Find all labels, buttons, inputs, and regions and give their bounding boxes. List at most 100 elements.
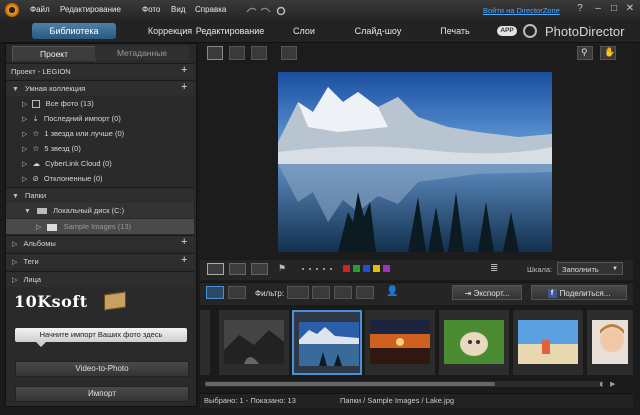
- color-label-purple[interactable]: [383, 265, 390, 272]
- sort-menu-icon[interactable]: ≣: [490, 263, 498, 274]
- layout-multi-button[interactable]: [251, 263, 268, 275]
- disk-icon: [37, 208, 48, 215]
- filter-flag-dropdown[interactable]: [287, 286, 309, 299]
- import-hint-tooltip: Начните импорт Ваших фото здесь: [15, 328, 187, 342]
- menu-edit[interactable]: Редактирование: [60, 5, 121, 14]
- star-icon: ☆: [32, 129, 40, 138]
- maximize-button[interactable]: □: [607, 2, 621, 16]
- chevron-down-icon: ▼: [612, 266, 618, 272]
- faces-header[interactable]: ▷ Лица: [6, 271, 194, 287]
- color-label-blue[interactable]: [363, 265, 370, 272]
- sidebar-item-all-photos[interactable]: ▷ Все фото (13): [22, 96, 192, 111]
- color-label-yellow[interactable]: [373, 265, 380, 272]
- tags-title: Теги: [23, 257, 39, 266]
- thumbnail-beach[interactable]: [513, 310, 583, 375]
- thumbnail-image: [370, 320, 430, 364]
- view-single-button[interactable]: [207, 46, 223, 60]
- scrollbar-thumb[interactable]: [205, 382, 495, 386]
- flag-icon[interactable]: ⚑: [278, 263, 286, 274]
- view-fullscreen-button[interactable]: [281, 46, 297, 60]
- add-project-icon[interactable]: +: [181, 64, 187, 76]
- layout-double-button[interactable]: [229, 263, 246, 275]
- add-person-icon[interactable]: 👤: [386, 286, 398, 297]
- menu-photo[interactable]: Фото: [142, 5, 160, 14]
- gear-icon: [276, 6, 286, 16]
- thumbnail-partial-left[interactable]: [200, 310, 210, 375]
- thumbnail-child[interactable]: [587, 310, 633, 375]
- add-album-icon[interactable]: +: [181, 236, 187, 248]
- folders-title: Папки: [25, 191, 47, 200]
- list-view-button[interactable]: [228, 286, 246, 299]
- add-smart-collection-icon[interactable]: +: [181, 81, 187, 93]
- color-label-red[interactable]: [343, 265, 350, 272]
- share-button[interactable]: f Поделиться...: [531, 285, 627, 300]
- tab-project[interactable]: Проект: [12, 46, 96, 61]
- folder-item-disk[interactable]: ▼ Локальный диск (C:): [6, 203, 194, 218]
- tab-library[interactable]: Библиотека: [32, 23, 116, 39]
- smart-collection-header[interactable]: ▼ Умная коллекция: [6, 80, 194, 96]
- filmstrip-view-button[interactable]: [206, 286, 224, 299]
- rating-dot-3[interactable]: [316, 268, 318, 270]
- scale-value: Заполнить: [562, 265, 599, 274]
- import-button[interactable]: Импорт: [15, 386, 189, 402]
- sidebar-item-label: 1 звезда или лучше (0): [44, 129, 125, 138]
- video-to-photo-button[interactable]: Video-to-Photo: [15, 361, 189, 377]
- directorzone-login-link[interactable]: Войти на DirectorZone: [483, 6, 560, 15]
- scroll-right-icon[interactable]: ▶: [610, 380, 615, 388]
- sidebar-item-five-stars[interactable]: ▷ ☆ 5 звезд (0): [22, 141, 192, 156]
- color-label-green[interactable]: [353, 265, 360, 272]
- albums-header[interactable]: ▷ Альбомы: [6, 235, 194, 251]
- sidebar-item-one-star[interactable]: ▷ ☆ 1 звезда или лучше (0): [22, 126, 192, 141]
- scale-label: Шкала:: [527, 265, 553, 274]
- filter-color-dropdown[interactable]: [356, 286, 374, 299]
- menu-view[interactable]: Вид: [171, 5, 185, 14]
- folders-header[interactable]: ▼ Папки: [6, 187, 194, 203]
- filter-rating-dropdown[interactable]: [312, 286, 330, 299]
- rating-dot-5[interactable]: [330, 268, 332, 270]
- undo-redo-settings-icons: [246, 6, 286, 16]
- view-compare-button[interactable]: [229, 46, 245, 60]
- app-badge[interactable]: APP: [497, 26, 517, 36]
- thumbnail-sunset[interactable]: [365, 310, 435, 375]
- layout-single-button[interactable]: [207, 263, 224, 275]
- close-button[interactable]: ✕: [623, 2, 637, 16]
- filter-edit-dropdown[interactable]: [334, 286, 352, 299]
- export-icon: ⇥: [464, 289, 472, 298]
- tab-layers[interactable]: Слои: [287, 23, 321, 39]
- add-tag-icon[interactable]: +: [181, 254, 187, 266]
- scale-dropdown[interactable]: Заполнить ▼: [557, 262, 623, 275]
- collapse-triangle-icon: ▷: [12, 259, 18, 266]
- tab-slideshow[interactable]: Слайд-шоу: [350, 23, 406, 39]
- thumbnail-cat[interactable]: [439, 310, 509, 375]
- thumbnail-image: [299, 322, 359, 366]
- collapse-triangle-icon: ▷: [22, 116, 28, 123]
- reject-icon: ⊘: [32, 174, 39, 183]
- tags-header[interactable]: ▷ Теги: [6, 253, 194, 269]
- hand-icon: ✋: [604, 47, 616, 57]
- folder-item-sample-images[interactable]: ▷ Sample Images (13): [6, 219, 194, 234]
- sidebar-item-last-import[interactable]: ▷ ⇣ Последний импорт (0): [22, 111, 192, 126]
- export-button[interactable]: ⇥ Экспорт...: [452, 285, 522, 300]
- watermark-box-icon: [104, 291, 126, 311]
- facebook-icon: f: [547, 289, 557, 299]
- sidebar-item-label: 5 звезд (0): [44, 144, 81, 153]
- rating-dot-4[interactable]: [323, 268, 325, 270]
- tab-print[interactable]: Печать: [435, 23, 475, 39]
- pan-hand-button[interactable]: ✋: [600, 46, 616, 60]
- sidebar-item-cloud[interactable]: ▷ ☁ CyberLink Cloud (0): [22, 156, 192, 171]
- sidebar-item-rejected[interactable]: ▷ ⊘ Отклоненные (0): [22, 171, 192, 186]
- rating-dot-1[interactable]: [302, 268, 304, 270]
- tab-edit[interactable]: Редактирование: [190, 23, 270, 39]
- expand-triangle-icon: ▼: [24, 208, 31, 215]
- rating-dot-2[interactable]: [309, 268, 311, 270]
- view-grid-button[interactable]: [251, 46, 267, 60]
- filter-label: Фильтр:: [255, 289, 285, 298]
- menu-help[interactable]: Справка: [195, 5, 226, 14]
- help-button[interactable]: ?: [573, 2, 587, 16]
- thumbnail-lake-selected[interactable]: [292, 310, 362, 375]
- thumbnail-dark-landscape[interactable]: [219, 310, 289, 375]
- menu-file[interactable]: Файл: [30, 5, 50, 14]
- tab-metadata[interactable]: Метаданные: [95, 46, 189, 60]
- minimize-button[interactable]: –: [591, 2, 605, 16]
- zoom-search-button[interactable]: ⚲: [577, 46, 593, 60]
